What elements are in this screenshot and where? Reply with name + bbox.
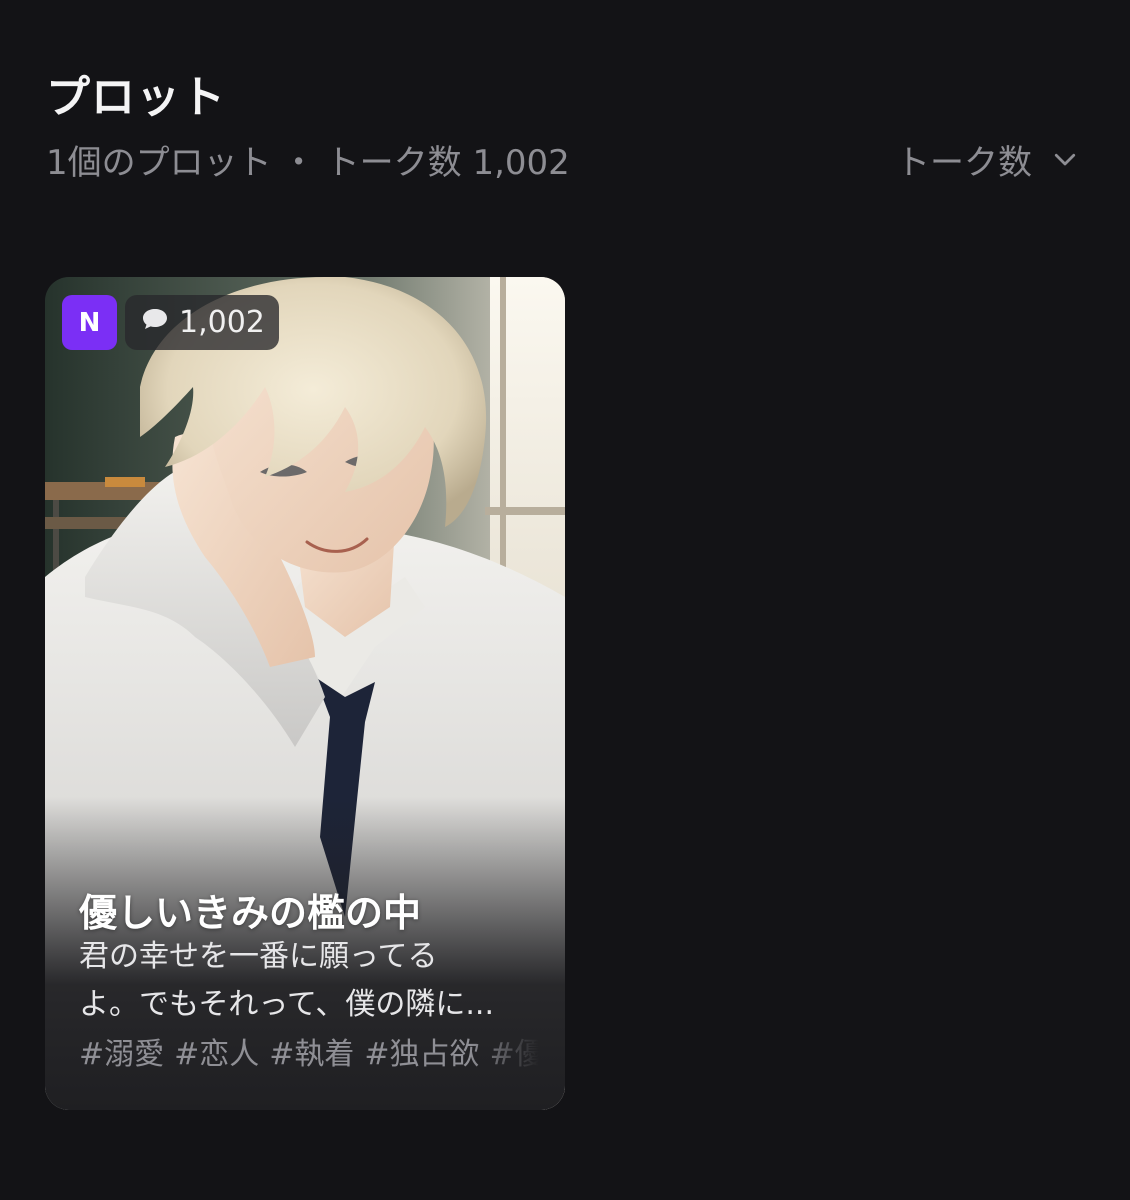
card-title: 優しいきみの檻の中 — [79, 891, 422, 935]
plot-card[interactable]: N 1,002 優しいきみの檻の中 君の幸せを一番に願ってる よ。でもそれって、… — [45, 277, 565, 1110]
plots-page: プロット 1個のプロット・トーク数 1,002 トーク数 N 1,002 優しい… — [0, 0, 1130, 1200]
speech-bubble-icon — [141, 305, 169, 340]
page-title: プロット — [46, 72, 226, 123]
plot-summary: 1個のプロット・トーク数 1,002 — [46, 140, 570, 186]
tag[interactable]: #優 — [490, 1037, 539, 1072]
talk-count: 1,002 — [179, 305, 265, 340]
description-line: 君の幸せを一番に願ってる — [79, 939, 438, 974]
tag[interactable]: #独占欲 — [364, 1037, 479, 1072]
tag[interactable]: #執着 — [269, 1037, 354, 1072]
tag[interactable]: #溺愛 — [79, 1037, 164, 1072]
talk-count-badge: 1,002 — [125, 295, 279, 350]
card-badges: N 1,002 — [62, 295, 279, 350]
sort-dropdown[interactable]: トーク数 — [896, 140, 1080, 186]
tag[interactable]: #恋人 — [174, 1037, 259, 1072]
description-line: よ。でもそれって、僕の隣に... — [79, 987, 495, 1022]
summary-separator: ・ — [281, 143, 316, 183]
chevron-down-icon — [1050, 140, 1080, 186]
total-talk-count: トーク数 1,002 — [325, 143, 570, 183]
card-description: 君の幸せを一番に願ってる よ。でもそれって、僕の隣に... — [79, 933, 539, 1029]
new-badge: N — [62, 295, 117, 350]
sort-label: トーク数 — [896, 143, 1032, 183]
plot-count: 1個のプロット — [46, 143, 272, 183]
card-tags: #溺愛 #恋人 #執着 #独占欲 #優 — [79, 1031, 539, 1079]
